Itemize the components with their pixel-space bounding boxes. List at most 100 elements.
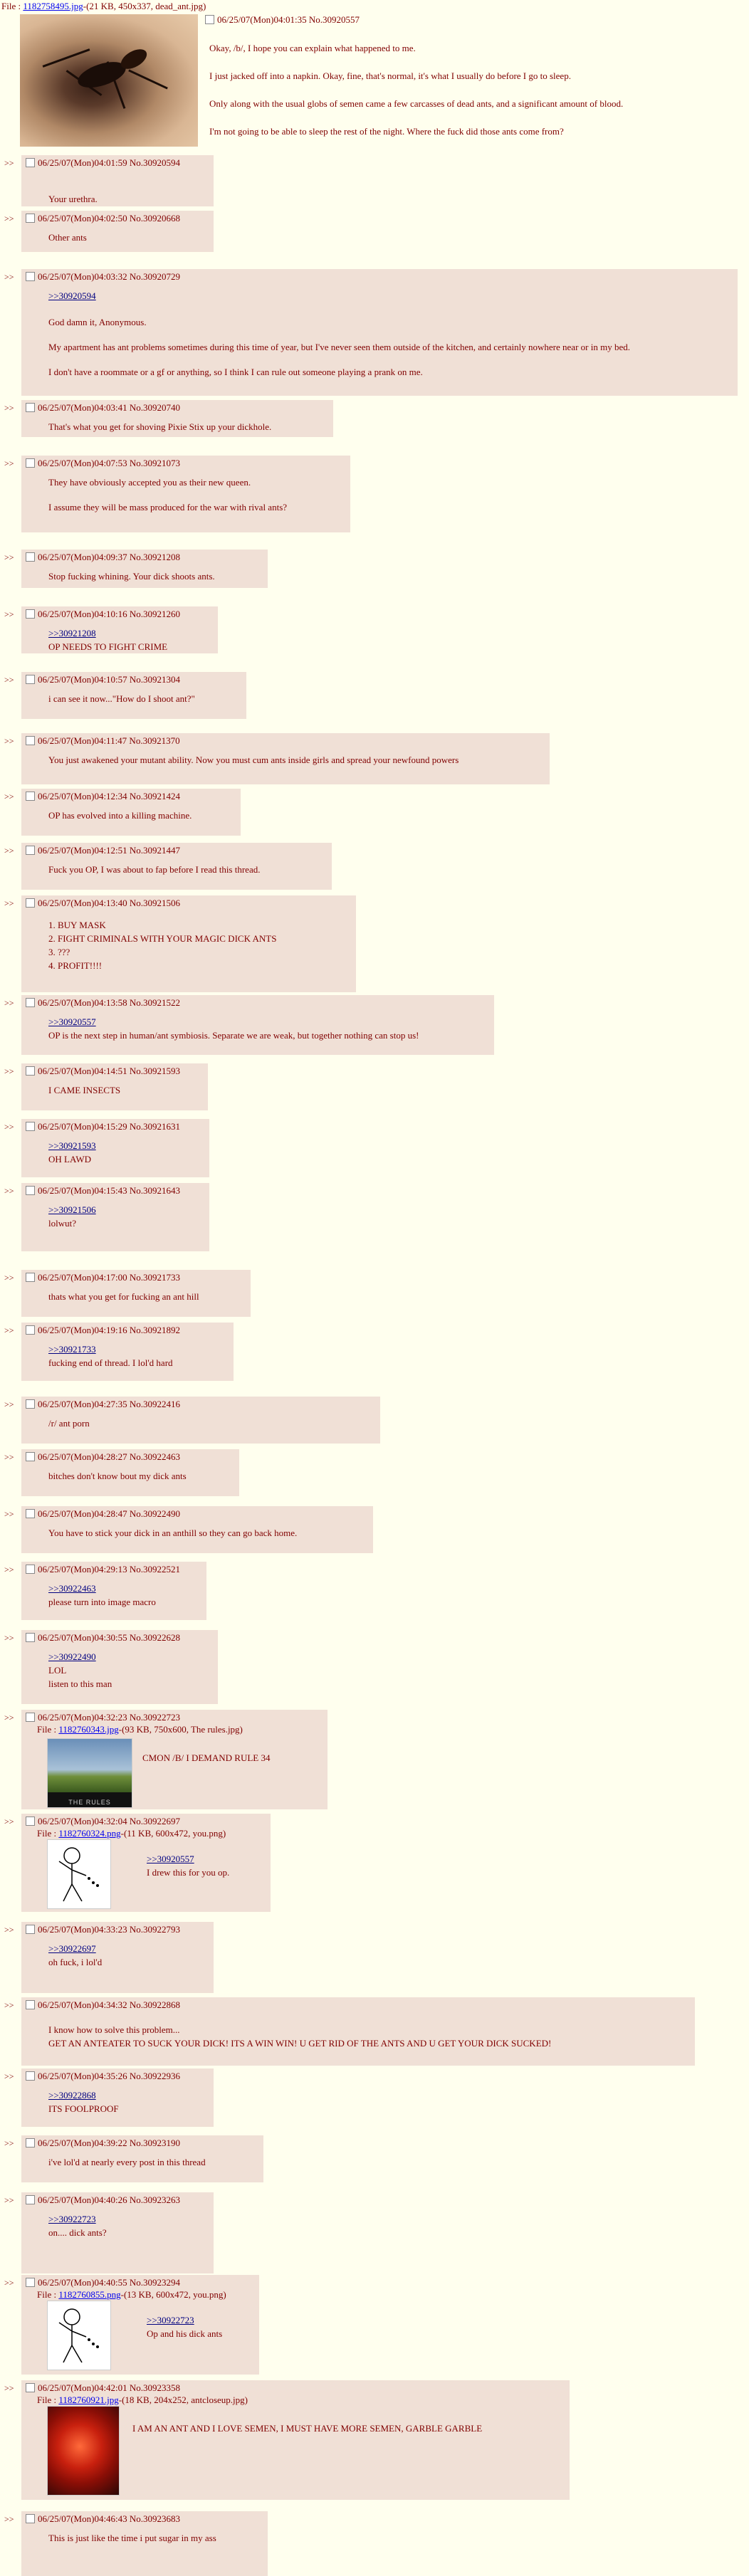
reply-arrows: >> [4,1273,14,1283]
reply-box: 06/25/07(Mon)04:34:32 No.30922868 I know … [21,1997,695,2066]
reply-checkbox[interactable] [26,1325,35,1335]
reply-checkbox[interactable] [26,1452,35,1461]
reply-checkbox[interactable] [26,998,35,1007]
reply-arrows: >> [4,2071,14,2081]
reply-header-text: 06/25/07(Mon)04:07:53 No.30921073 [38,458,181,468]
op-file-info: File : 1182758495.jpg-(21 KB, 450x337, d… [0,0,749,13]
reply-arrows: >> [4,609,14,619]
reply-file-link[interactable]: 1182760324.png [58,1828,120,1839]
reply-header: 06/25/07(Mon)04:40:26 No.30923263 [26,2194,180,2206]
reply-checkbox[interactable] [26,158,35,167]
reply-quote-link[interactable]: >>30921733 [48,1344,96,1355]
reply-checkbox[interactable] [26,1713,35,1722]
reply-message: CMON /B/ I DEMAND RULE 34 [142,1751,270,1765]
reply-line: They have obviously accepted you as thei… [48,477,251,488]
reply-quote-link[interactable]: >>30922723 [147,2315,194,2325]
reply-message: >>30920557 OP is the next step in human/a… [48,1015,419,1042]
reply-quote-link[interactable]: >>30922697 [48,1943,96,1954]
reply-header: 06/25/07(Mon)04:34:32 No.30922868 [26,1999,180,2011]
reply-checkbox[interactable] [26,792,35,801]
reply-file-link[interactable]: 1182760921.jpg [58,2394,118,2405]
reply-message: Stop fucking whining. Your dick shoots a… [48,569,215,583]
reply-file-link[interactable]: 1182760855.png [58,2289,120,2300]
reply-checkbox[interactable] [26,458,35,468]
reply-checkbox[interactable] [26,2071,35,2081]
reply-checkbox[interactable] [26,1122,35,1131]
reply-checkbox[interactable] [26,1925,35,1934]
reply-quote-link[interactable]: >>30920594 [48,290,96,301]
reply-quote-link[interactable]: >>30922463 [48,1583,96,1594]
reply-line: i've lol'd at nearly every post in this … [48,2157,206,2167]
reply-checkbox[interactable] [26,1633,35,1642]
reply-post: >> 06/25/07(Mon)04:13:40 No.30921506 1. BU… [0,895,749,992]
reply-message: >>30921208 OP NEEDS TO FIGHT CRIME [48,626,167,653]
reply-box: 06/25/07(Mon)04:33:23 No.30922793 >>30922… [21,1922,214,1993]
reply-checkbox[interactable] [26,1817,35,1826]
reply-checkbox[interactable] [26,214,35,223]
reply-line: I don't have a roommate or a gf or anyth… [48,367,423,377]
reply-thumbnail[interactable] [47,1839,111,1909]
op-paragraph: Okay, /b/, I hope you can explain what h… [209,43,416,53]
reply-checkbox[interactable] [26,1399,35,1409]
reply-quote-link[interactable]: >>30921593 [48,1140,96,1151]
reply-thumbnail[interactable] [47,2406,120,2496]
reply-checkbox[interactable] [26,272,35,281]
reply-checkbox[interactable] [26,2514,35,2523]
reply-header: 06/25/07(Mon)04:12:51 No.30921447 [26,845,180,856]
reply-file-link[interactable]: 1182760343.jpg [58,1724,118,1735]
reply-header: 06/25/07(Mon)04:33:23 No.30922793 [26,1924,180,1935]
reply-quote-link[interactable]: >>30921208 [48,628,96,638]
reply-checkbox[interactable] [26,846,35,855]
op-header-text: 06/25/07(Mon)04:01:35 No.30920557 [217,14,360,25]
reply-quote-link[interactable]: >>30920557 [48,1016,96,1027]
reply-checkbox[interactable] [26,2138,35,2147]
reply-thumbnail[interactable]: THE RULES [47,1738,132,1808]
reply-quote-link[interactable]: >>30922723 [48,2214,96,2224]
reply-line: I drew this for you op. [147,1867,230,1878]
reply-checkbox[interactable] [26,1565,35,1574]
reply-checkbox[interactable] [26,552,35,562]
reply-thumbnail[interactable] [47,2301,111,2370]
reply-quote-link[interactable]: >>30921506 [48,1204,96,1215]
reply-header: 06/25/07(Mon)04:35:26 No.30922936 [26,2071,180,2082]
op-checkbox[interactable] [205,15,214,24]
reply-message: i've lol'd at nearly every post in this … [48,2155,206,2169]
reply-checkbox[interactable] [26,609,35,619]
reply-line: listen to this man [48,1678,112,1689]
reply-checkbox[interactable] [26,736,35,745]
reply-arrows: >> [4,1633,14,1643]
reply-quote-link[interactable]: >>30922868 [48,2090,96,2101]
reply-checkbox[interactable] [26,1509,35,1518]
reply-box: 06/25/07(Mon)04:28:27 No.30922463 bitches… [21,1449,239,1496]
reply-checkbox[interactable] [26,1186,35,1195]
reply-box: 06/25/07(Mon)04:07:53 No.30921073 They ha… [21,456,350,532]
reply-line: 4. PROFIT!!!! [48,960,103,971]
reply-line: 1. BUY MASK [48,920,106,930]
reply-checkbox[interactable] [26,898,35,908]
reply-checkbox[interactable] [26,2000,35,2009]
op-image[interactable] [20,14,198,147]
reply-checkbox[interactable] [26,403,35,412]
reply-checkbox[interactable] [26,2278,35,2287]
reply-post: >> 06/25/07(Mon)04:15:29 No.30921631 >>309… [0,1119,749,1177]
reply-post: >> 06/25/07(Mon)04:02:50 No.30920668 Other… [0,211,749,252]
reply-header: 06/25/07(Mon)04:39:22 No.30923190 [26,2138,180,2149]
reply-checkbox[interactable] [26,2383,35,2392]
reply-checkbox[interactable] [26,1273,35,1282]
reply-quote-link[interactable]: >>30920557 [147,1854,194,1864]
reply-checkbox[interactable] [26,2195,35,2204]
reply-checkbox[interactable] [26,675,35,684]
reply-line: I know how to solve this problem... [48,2024,180,2035]
reply-post: >> 06/25/07(Mon)04:32:23 No.30922723 File … [0,1710,749,1809]
reply-file-meta: -(13 KB, 600x472, you.png) [120,2289,226,2300]
reply-message: >>30922490 LOL listen to this man [48,1650,112,1691]
op-file-link[interactable]: 1182758495.jpg [23,1,83,11]
reply-header: 06/25/07(Mon)04:01:59 No.30920594 [26,157,180,169]
reply-post: >> 06/25/07(Mon)04:39:22 No.30923190 i've … [0,2135,749,2182]
reply-line: 3. ??? [48,947,70,957]
reply-quote-link[interactable]: >>30922490 [48,1651,96,1662]
reply-box: 06/25/07(Mon)04:17:00 No.30921733 thats w… [21,1270,251,1317]
reply-header: 06/25/07(Mon)04:42:01 No.30923358 [26,2382,180,2394]
reply-header-text: 06/25/07(Mon)04:10:57 No.30921304 [38,674,181,685]
reply-checkbox[interactable] [26,1066,35,1076]
